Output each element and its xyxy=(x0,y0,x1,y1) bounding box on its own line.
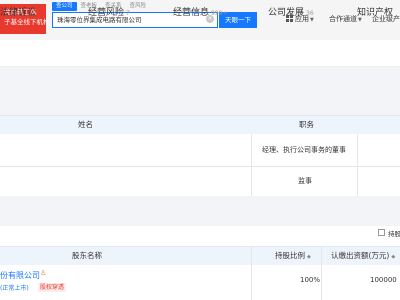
member-position: 经理、执行公司事务的董事 xyxy=(262,146,346,154)
tab-business-risk-label: 经营风险 xyxy=(88,8,125,18)
tab-intellectual-property[interactable]: 知识产权 xyxy=(357,5,395,18)
tab-business-info-label: 经营信息 xyxy=(173,8,210,18)
shareholding-ratio: 100% xyxy=(300,276,321,284)
shareholder-company-link[interactable]: 份有限公司 xyxy=(0,270,40,281)
sort-icon[interactable]: ◆ xyxy=(307,254,311,260)
tab-company-development-count: 36 xyxy=(306,10,314,17)
column-header-name: 姓名 xyxy=(78,120,93,129)
tab-legal-litigation[interactable]: 法律诉讼 xyxy=(0,5,38,18)
member-position: 监事 xyxy=(298,177,312,185)
column-header-position: 职务 xyxy=(299,120,314,129)
equity-penetration-tag[interactable]: 股权穿透 xyxy=(38,283,67,292)
column-header-shareholder: 股东名称 xyxy=(72,251,102,260)
nav-cooperation-label: 合作通道 xyxy=(329,15,357,23)
column-header-capital-label: 认缴出资额(万元) xyxy=(331,251,390,260)
column-divider xyxy=(321,246,322,300)
listed-status-tag: (正常上市) xyxy=(0,285,29,292)
tab-company-development[interactable]: 公司发展 36 xyxy=(268,5,314,18)
tab-business-info-count: 999+ xyxy=(211,10,228,17)
members-table-body xyxy=(0,134,400,196)
tab-business-risk[interactable]: 经营风险 7 xyxy=(88,5,130,18)
column-header-ratio-label: 持股比例 xyxy=(275,251,305,260)
logo-line-2: 子基全线下机构 xyxy=(4,18,46,26)
tab-company-development-label: 公司发展 xyxy=(268,8,305,18)
column-header-capital[interactable]: 认缴出资额(万元) ◆ xyxy=(331,250,395,261)
column-header-ratio[interactable]: 持股比例 ◆ xyxy=(275,250,311,261)
row-divider xyxy=(0,166,400,167)
tab-intellectual-property-label: 知识产权 xyxy=(357,8,394,18)
column-divider xyxy=(357,134,358,196)
export-icon[interactable] xyxy=(378,229,385,236)
category-bar xyxy=(0,40,400,67)
tab-business-info[interactable]: 经营信息 999+ xyxy=(173,5,228,18)
tab-legal-litigation-label: 法律诉讼 xyxy=(0,8,37,18)
tab-business-risk-count: 7 xyxy=(126,10,130,17)
tab-search-company[interactable]: 查公司 xyxy=(52,2,77,11)
subscribed-capital: 100000 xyxy=(370,276,397,284)
column-divider xyxy=(251,246,252,300)
person-icon: ♙ xyxy=(40,269,47,277)
shareholders-toolbar xyxy=(0,226,400,246)
sort-icon[interactable]: ◆ xyxy=(391,254,395,260)
export-label[interactable]: 持股 xyxy=(388,228,400,238)
column-divider xyxy=(251,134,252,196)
members-table-header xyxy=(0,115,400,135)
